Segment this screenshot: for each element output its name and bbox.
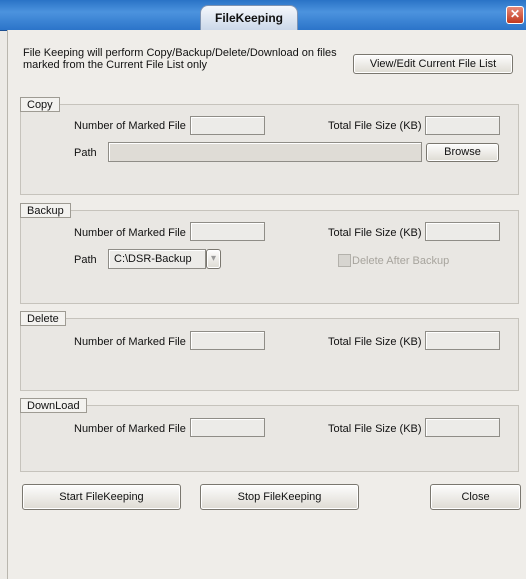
delete-size-label: Total File Size (KB): [328, 336, 422, 348]
delete-group-title: Delete: [20, 311, 66, 326]
delete-size-field: [425, 331, 500, 350]
browse-button[interactable]: Browse: [426, 143, 499, 162]
download-marked-field: [190, 418, 265, 437]
backup-path-dropdown[interactable]: ▾: [206, 249, 221, 269]
download-group: DownLoad: [20, 398, 519, 472]
delete-marked-label: Number of Marked File: [74, 336, 186, 348]
backup-path-label: Path: [74, 254, 97, 266]
delete-marked-field: [190, 331, 265, 350]
copy-marked-field: [190, 116, 265, 135]
download-size-label: Total File Size (KB): [328, 423, 422, 435]
intro-line-2: marked from the Current File List only: [23, 59, 208, 71]
download-marked-label: Number of Marked File: [74, 423, 186, 435]
backup-path-select[interactable]: C:\DSR-Backup: [108, 249, 206, 269]
download-size-field: [425, 418, 500, 437]
copy-size-field: [425, 116, 500, 135]
backup-size-field: [425, 222, 500, 241]
view-edit-file-list-button[interactable]: View/Edit Current File List: [353, 54, 513, 74]
backup-group-title: Backup: [20, 203, 71, 218]
backup-marked-field: [190, 222, 265, 241]
copy-path-label: Path: [74, 147, 97, 159]
delete-after-backup-checkbox[interactable]: [338, 254, 351, 267]
copy-marked-label: Number of Marked File: [74, 120, 186, 132]
close-button[interactable]: Close: [430, 484, 521, 510]
copy-size-label: Total File Size (KB): [328, 120, 422, 132]
delete-after-backup-label: Delete After Backup: [352, 255, 450, 267]
intro-text: File Keeping will perform Copy/Backup/De…: [23, 47, 353, 71]
start-filekeeping-button[interactable]: Start FileKeeping: [22, 484, 181, 510]
backup-marked-label: Number of Marked File: [74, 227, 186, 239]
backup-path-value: C:\DSR-Backup: [114, 253, 192, 265]
copy-path-input[interactable]: [108, 142, 422, 162]
download-group-title: DownLoad: [20, 398, 87, 413]
title-bar: FileKeeping ✕: [0, 0, 526, 31]
chevron-down-icon: ▾: [210, 253, 217, 264]
backup-size-label: Total File Size (KB): [328, 227, 422, 239]
stop-filekeeping-button[interactable]: Stop FileKeeping: [200, 484, 359, 510]
delete-group: Delete: [20, 311, 519, 391]
window-close-button[interactable]: ✕: [506, 6, 524, 24]
intro-line-1: File Keeping will perform Copy/Backup/De…: [23, 47, 337, 59]
copy-group-title: Copy: [20, 97, 60, 112]
window-title: FileKeeping: [200, 5, 298, 31]
